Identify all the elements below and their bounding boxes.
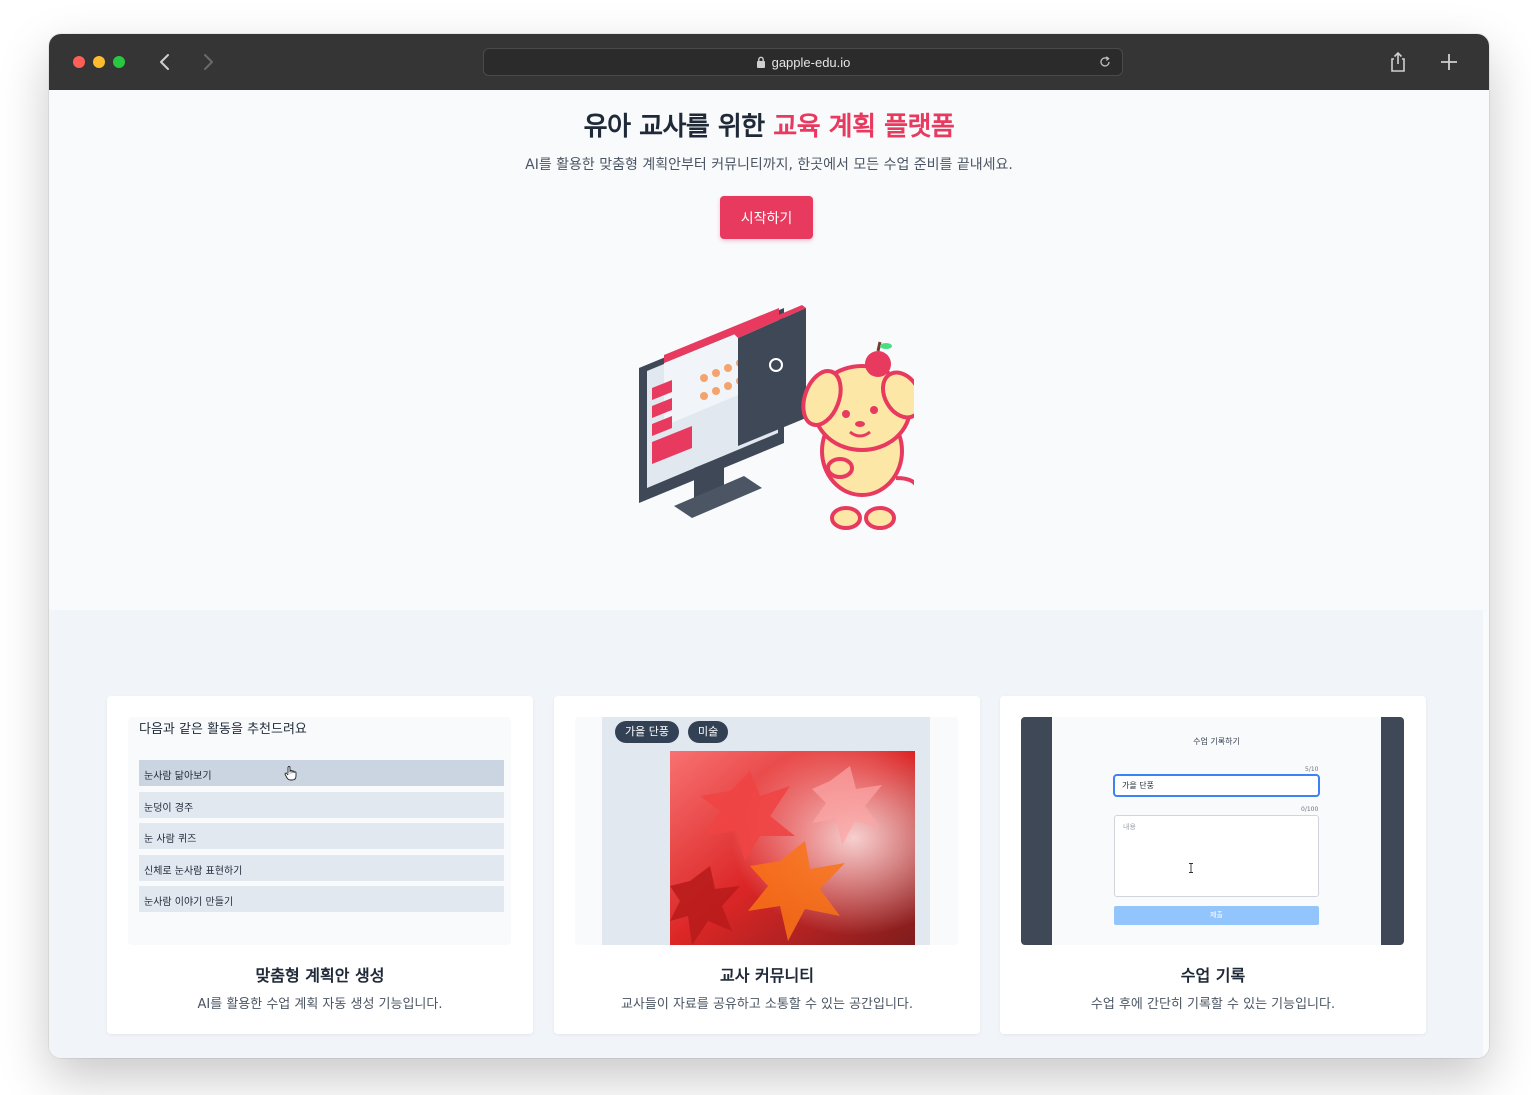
content-counter: 0/100 <box>1301 806 1319 813</box>
feature-card-community[interactable]: 가을 단풍 미술 교사 커뮤니티 교사들이 자료를 공유하고 소통할 수 있는 … <box>554 696 980 1034</box>
feature-description: 수업 후에 간단히 기록할 수 있는 기능입니다. <box>1090 997 1336 1012</box>
feature-card-ai-plan[interactable]: 다음과 같은 활동을 추천드려요 눈사람 닮아보기 눈덩이 경주 눈 사람 퀴즈… <box>107 696 533 1034</box>
features-section: 다음과 같은 활동을 추천드려요 눈사람 닮아보기 눈덩이 경주 눈 사람 퀴즈… <box>49 610 1483 1058</box>
computer-monitor-illustration <box>639 305 806 518</box>
page-content: 유아 교사를 위한 교육 계획 플랫폼 AI를 활용한 맞춤형 계획안부터 커뮤… <box>49 90 1489 1058</box>
hero-title: 유아 교사를 위한 교육 계획 플랫폼 <box>49 106 1489 143</box>
ai-plan-preview: 다음과 같은 활동을 추천드려요 눈사람 닮아보기 눈덩이 경주 눈 사람 퀴즈… <box>128 717 511 945</box>
lock-icon <box>756 56 765 68</box>
feature-title: 교사 커뮤니티 <box>720 966 814 985</box>
recommendation-item[interactable]: 신체로 눈사람 표현하기 <box>139 855 504 881</box>
close-window-button[interactable] <box>73 56 85 68</box>
hero-title-prefix: 유아 교사를 위한 <box>583 112 774 142</box>
hero-subtitle: AI를 활용한 맞춤형 계획안부터 커뮤니티까지, 한곳에서 모든 수업 준비를… <box>525 157 1013 173</box>
back-arrow-icon[interactable] <box>153 50 177 74</box>
minimize-window-button[interactable] <box>93 56 105 68</box>
zoom-window-button[interactable] <box>113 56 125 68</box>
record-modal-title: 수업 기록하기 <box>1193 737 1240 746</box>
text-cursor-icon <box>1189 863 1193 873</box>
forward-arrow-icon[interactable] <box>196 50 220 74</box>
title-counter: 5/10 <box>1305 766 1319 773</box>
address-bar[interactable]: gapple-edu.io <box>483 48 1123 76</box>
community-post-panel: 가을 단풍 미술 <box>602 717 930 945</box>
browser-titlebar: gapple-edu.io <box>49 34 1489 90</box>
recommendation-heading: 다음과 같은 활동을 추천드려요 <box>139 722 307 737</box>
hero-title-accent: 교육 계획 플랫폼 <box>773 112 955 142</box>
hand-cursor-icon <box>284 766 297 781</box>
autumn-leaves-photo <box>670 751 915 945</box>
record-modal: 수업 기록하기 5/10 가을 단풍 0/100 내용 제출 <box>1052 717 1381 945</box>
feature-description: AI를 활용한 수업 계획 자동 생성 기능입니다. <box>197 997 443 1012</box>
record-content-textarea[interactable]: 내용 <box>1114 815 1319 897</box>
tag-chip[interactable]: 미술 <box>688 721 729 743</box>
share-icon[interactable] <box>1387 50 1409 74</box>
start-button[interactable]: 시작하기 <box>720 196 813 239</box>
browser-window: gapple-edu.io 유아 교사를 위한 교육 계획 플랫폼 AI를 활용… <box>49 34 1489 1058</box>
url-text: gapple-edu.io <box>771 55 851 70</box>
community-preview: 가을 단풍 미술 <box>575 717 958 945</box>
record-submit-button[interactable]: 제출 <box>1114 906 1319 925</box>
tag-chip[interactable]: 가을 단풍 <box>615 721 679 743</box>
feature-card-class-record[interactable]: 수업 기록하기 5/10 가을 단풍 0/100 내용 제출 수업 기록 수업 … <box>1000 696 1426 1034</box>
feature-title: 수업 기록 <box>1180 966 1246 985</box>
dog-mascot-illustration <box>801 341 914 530</box>
feature-description: 교사들이 자료를 공유하고 소통할 수 있는 공간입니다. <box>620 997 914 1012</box>
recommendation-item[interactable]: 눈사람 닮아보기 <box>139 760 504 786</box>
class-record-preview: 수업 기록하기 5/10 가을 단풍 0/100 내용 제출 <box>1021 717 1404 945</box>
feature-title: 맞춤형 계획안 생성 <box>255 966 385 985</box>
record-title-input[interactable]: 가을 단풍 <box>1113 774 1320 797</box>
reload-icon[interactable] <box>1098 55 1112 69</box>
recommendation-item[interactable]: 눈덩이 경주 <box>139 792 504 818</box>
hero-illustration <box>639 305 914 530</box>
recommendation-item[interactable]: 눈 사람 퀴즈 <box>139 823 504 849</box>
recommendation-item[interactable]: 눈사람 이야기 만들기 <box>139 886 504 912</box>
new-tab-plus-icon[interactable] <box>1437 50 1461 74</box>
